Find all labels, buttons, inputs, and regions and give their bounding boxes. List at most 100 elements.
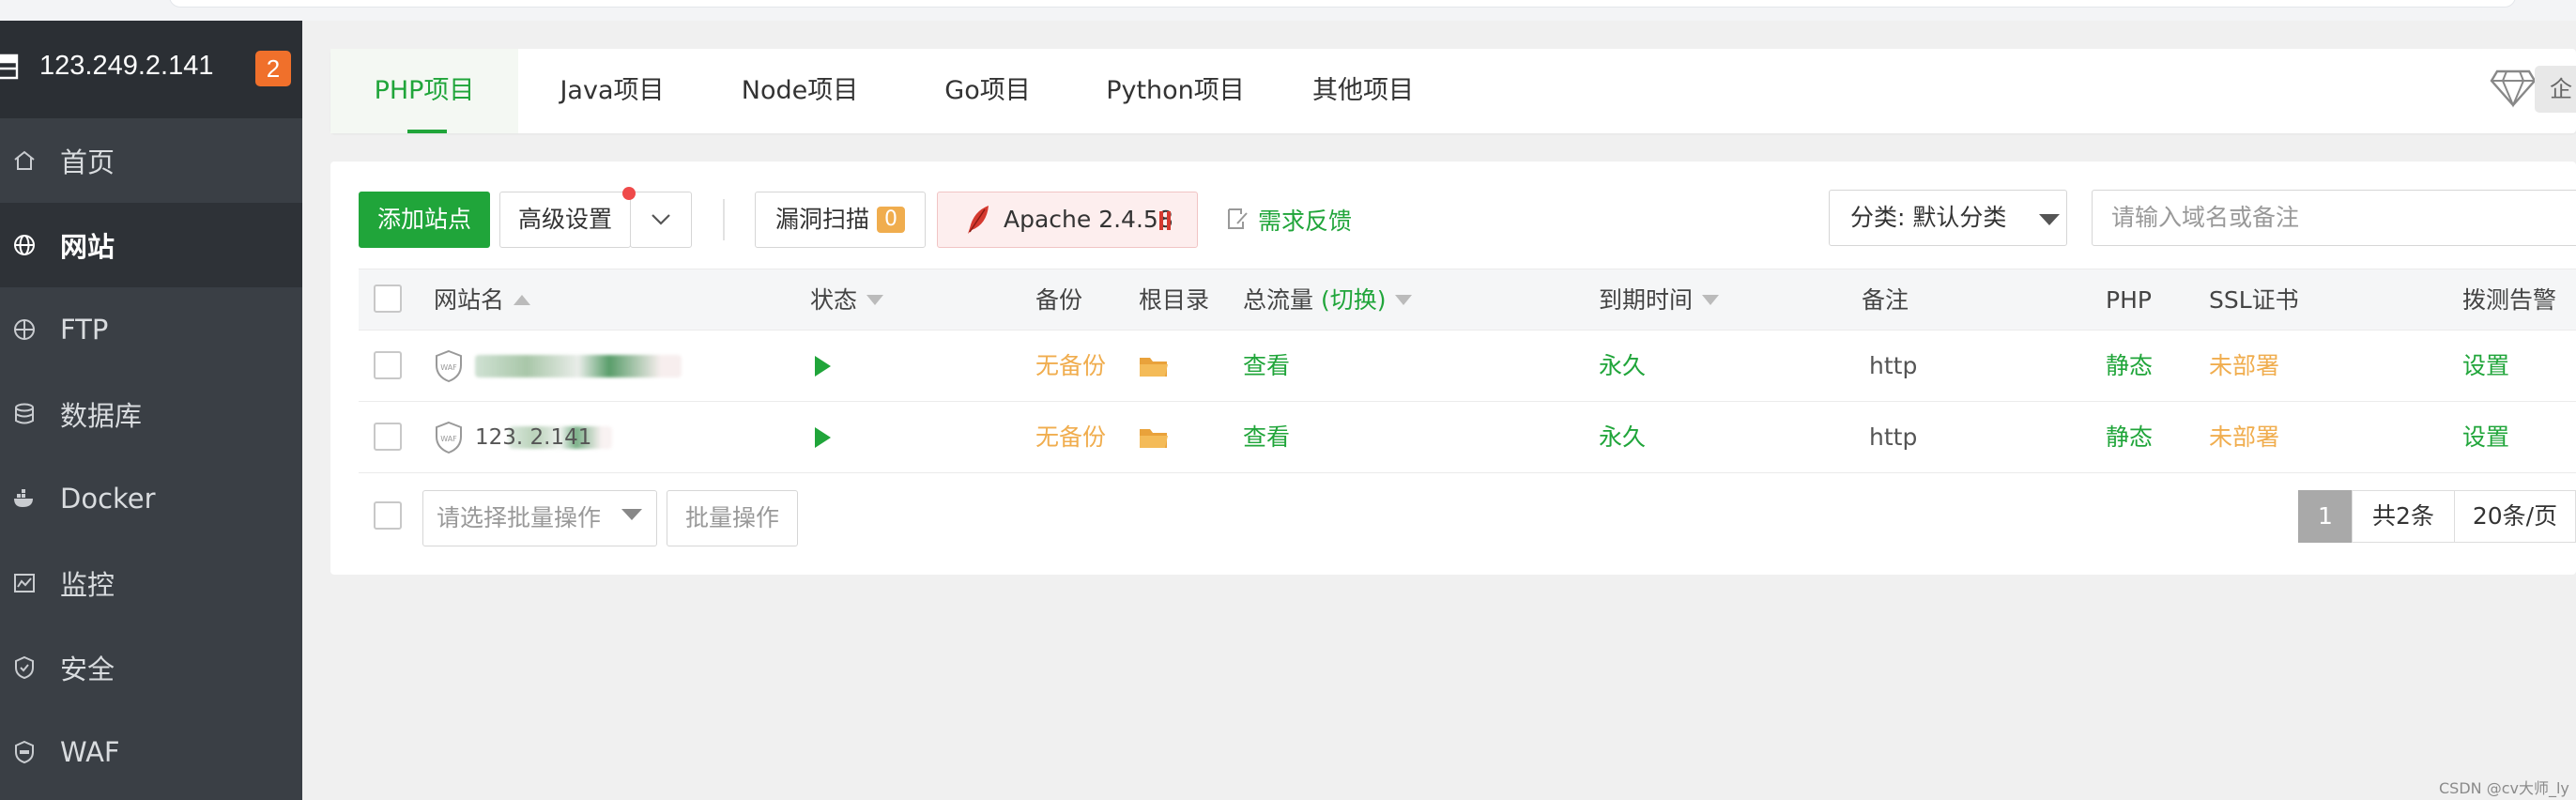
feedback-link[interactable]: 需求反馈 [1258,203,1352,237]
caret-down-icon [621,509,642,520]
search-placeholder: 请输入域名或备注 [2111,204,2300,231]
project-tabs: PHP项目 Java项目 Node项目 Go项目 Python项目 其他项目 [330,49,2576,133]
category-select[interactable]: 分类: 默认分类 [1829,190,2067,246]
page-size-select[interactable]: 20条/页 [2454,490,2576,543]
sort-icon [866,295,884,305]
sidebar-item-website[interactable]: 网站 [0,203,302,287]
advanced-dropdown-button[interactable] [630,192,692,248]
alert-settings-link[interactable]: 设置 [2462,402,2509,473]
sort-icon [514,295,531,305]
column-header-alert: 拨测告警 [2462,286,2557,314]
folder-icon[interactable] [1139,425,1169,450]
enterprise-button[interactable]: 企 [2535,66,2576,113]
sidebar-item-label: FTP [60,314,109,346]
play-icon[interactable] [815,427,831,448]
tab-java[interactable]: Java项目 [518,49,706,133]
search-input[interactable]: 请输入域名或备注 [2092,190,2576,246]
traffic-view-link[interactable]: 查看 [1243,402,1290,473]
sidebar-item-label: 监控 [60,569,115,601]
column-header-status[interactable]: 状态 [810,269,884,331]
column-header-php: PHP [2106,286,2152,314]
play-icon[interactable] [815,356,831,377]
batch-action-button[interactable]: 批量操作 [667,490,798,546]
sidebar-item-ftp[interactable]: FTP [0,287,302,372]
toolbar-divider [723,199,725,240]
note-value[interactable]: http [1869,402,1917,473]
globe-icon [14,235,35,255]
tab-node[interactable]: Node项目 [706,49,894,133]
php-version-link[interactable]: 静态 [2106,402,2153,473]
note-value[interactable]: http [1869,331,1917,402]
waf-shield-icon: WAF [436,421,462,454]
site-name-blurred[interactable] [475,355,682,377]
feather-icon [968,206,989,234]
sidebar-item-docker[interactable]: Docker [0,456,302,541]
sidebar-item-label: Docker [60,483,156,515]
waf-shield-icon: WAF [436,349,462,383]
vuln-scan-button[interactable]: 漏洞扫描 0 [755,192,926,248]
traffic-switch-link[interactable]: (切换) [1321,286,1387,314]
monitor-icon [14,574,35,592]
table-row: WAF 无备份 查看 永久 http 静态 未部署 设置 [359,331,2576,402]
ssl-status-link[interactable]: 未部署 [2209,402,2279,473]
category-select-value: 分类: 默认分类 [1850,204,2007,231]
caret-down-icon [2039,214,2060,225]
sidebar-item-security[interactable]: 安全 [0,625,302,710]
column-header-traffic[interactable]: 总流量 (切换) [1243,269,1413,331]
address-bar-edge [169,0,2516,8]
notification-badge[interactable]: 2 [255,51,291,86]
backup-link[interactable]: 无备份 [1035,331,1106,402]
svg-text:WAF: WAF [440,363,457,372]
database-icon [15,403,34,424]
advanced-settings-button[interactable]: 高级设置 [499,192,631,248]
sort-icon [1395,295,1413,305]
watermark: CSDN @cv大师_ly [2439,779,2569,797]
alert-settings-link[interactable]: 设置 [2462,331,2509,402]
shield-icon [15,655,34,680]
table-header: 网站名 状态 备份 根目录 总流量 (切换) 到期时间 备注 PHP SSL证书… [359,269,2576,331]
sidebar-item-label: 首页 [60,146,115,178]
tab-other[interactable]: 其他项目 [1269,49,1457,133]
sidebar-item-database[interactable]: 数据库 [0,372,302,456]
select-all-checkbox[interactable] [374,285,402,313]
folder-icon[interactable] [1139,354,1169,378]
batch-select-placeholder: 请选择批量操作 [437,504,602,531]
row-checkbox[interactable] [374,351,402,379]
column-header-expire[interactable]: 到期时间 [1599,269,1720,331]
apache-label: Apache 2.4.58 [1004,206,1173,233]
ftp-icon [14,319,35,340]
tab-php[interactable]: PHP项目 [330,49,518,133]
expire-value[interactable]: 永久 [1599,331,1646,402]
sidebar-item-home[interactable]: 首页 [0,118,302,203]
add-site-button[interactable]: 添加站点 [359,192,490,248]
stop-icon [1159,211,1171,230]
sidebar: 123.249.2.141 2 首页 网站 FTP 数据库 Docker 监控 … [0,21,302,800]
sidebar-item-waf[interactable]: WAF [0,710,302,794]
tab-go[interactable]: Go项目 [894,49,1081,133]
sidebar-item-label: 安全 [60,654,115,685]
sidebar-item-label: 数据库 [60,400,143,432]
browser-top-strip [0,0,2576,21]
diamond-icon[interactable] [2490,68,2537,109]
page-button-current[interactable]: 1 [2298,490,2353,543]
expire-value[interactable]: 永久 [1599,402,1646,473]
traffic-view-link[interactable]: 查看 [1243,331,1290,402]
php-version-link[interactable]: 静态 [2106,331,2153,402]
total-count: 共2条 [2352,490,2455,543]
backup-link[interactable]: 无备份 [1035,402,1106,473]
site-name-link[interactable]: 123. 2.141 [475,402,591,473]
home-icon [14,150,35,170]
column-header-ssl: SSL证书 [2209,286,2299,314]
row-checkbox[interactable] [374,423,402,451]
ssl-status-link[interactable]: 未部署 [2209,331,2279,402]
vuln-scan-label: 漏洞扫描 [774,206,869,233]
batch-select-all-checkbox[interactable] [374,501,402,530]
sidebar-item-monitor[interactable]: 监控 [0,541,302,625]
column-header-name[interactable]: 网站名 [434,269,531,331]
apache-button[interactable]: Apache 2.4.58 [937,192,1198,248]
server-host: 123.249.2.141 [39,51,214,81]
notification-dot [622,187,636,200]
column-header-note: 备注 [1862,286,1909,314]
sidebar-header: 123.249.2.141 2 [0,21,302,118]
tab-python[interactable]: Python项目 [1081,49,1269,133]
